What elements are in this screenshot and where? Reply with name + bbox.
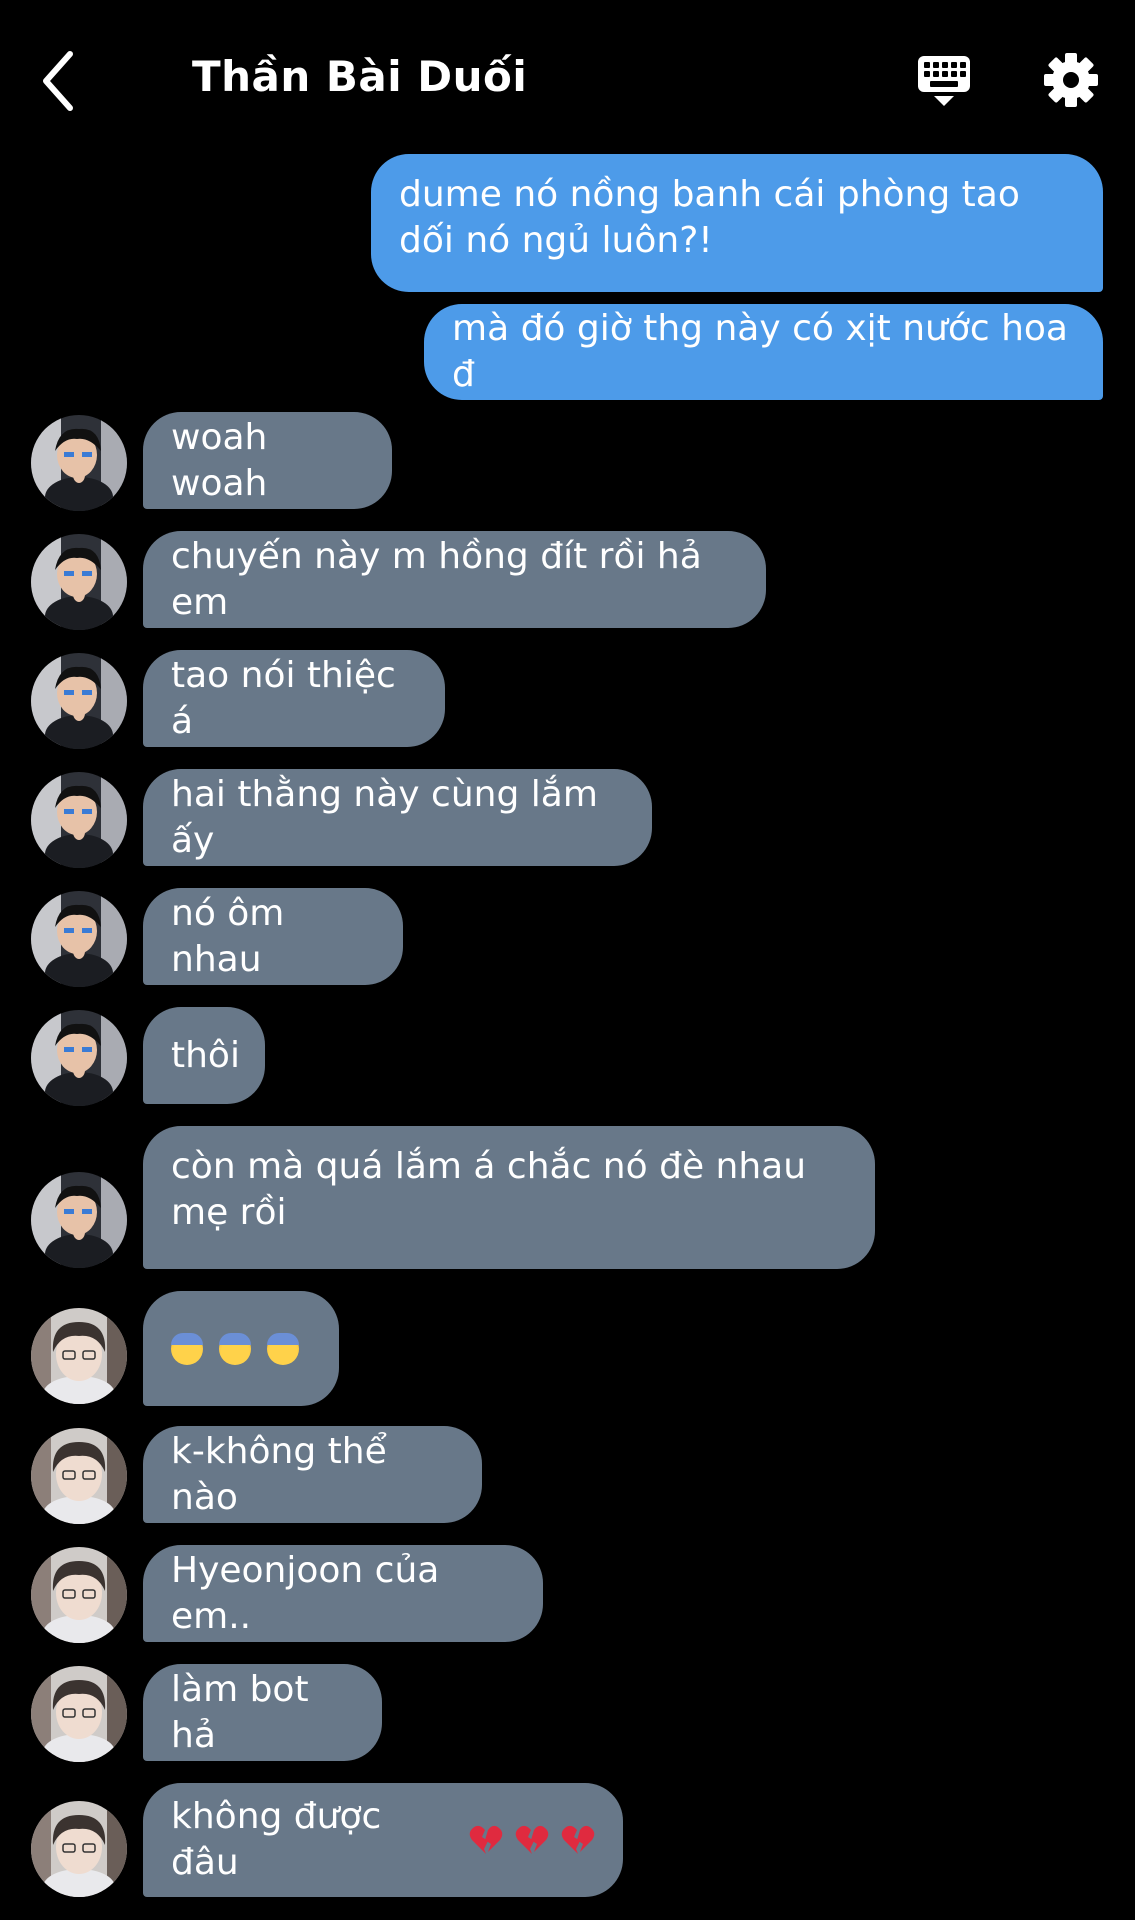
incoming-message[interactable]: chuyến này m hồng đít rồi hả em <box>143 531 766 628</box>
broken-heart-emoji <box>561 1825 595 1854</box>
page-title: Thần Bài Duối <box>192 52 528 101</box>
message-text: dume nó nồng banh cái phòng tao dối nó n… <box>399 174 1020 261</box>
fearful-face-emoji <box>171 1332 203 1365</box>
avatar-photo <box>31 772 127 868</box>
back-button[interactable] <box>38 48 82 114</box>
avatar[interactable] <box>31 1010 127 1106</box>
avatar[interactable] <box>31 1428 127 1524</box>
avatar-photo <box>31 1666 127 1762</box>
incoming-message[interactable] <box>143 1291 339 1406</box>
avatar-photo <box>31 891 127 987</box>
incoming-message[interactable]: tao nói thiệc á <box>143 650 445 747</box>
message-text: nó ôm nhau <box>171 892 285 980</box>
avatar-photo <box>31 1308 127 1404</box>
fearful-face-emoji <box>267 1332 299 1365</box>
incoming-message[interactable]: Hyeonjoon của em.. <box>143 1545 543 1642</box>
chat-header: Thần Bài Duối <box>0 0 1135 150</box>
outgoing-message[interactable]: dume nó nồng banh cái phòng tao dối nó n… <box>371 154 1103 292</box>
avatar-photo <box>31 1010 127 1106</box>
avatar[interactable] <box>31 653 127 749</box>
avatar-photo <box>31 1428 127 1524</box>
fearful-face-emoji <box>219 1332 251 1365</box>
avatar[interactable] <box>31 1666 127 1762</box>
gear-icon <box>1044 53 1098 107</box>
message-text: k-không thể nào <box>171 1430 387 1518</box>
keyboard-button[interactable] <box>916 54 972 110</box>
incoming-message[interactable]: nó ôm nhau <box>143 888 403 985</box>
incoming-message[interactable]: hai thằng này cùng lắm ấy <box>143 769 652 866</box>
settings-button[interactable] <box>1043 52 1099 108</box>
avatar[interactable] <box>31 415 127 511</box>
avatar[interactable] <box>31 772 127 868</box>
message-text: woah woah <box>171 416 268 504</box>
message-text: hai thằng này cùng lắm ấy <box>171 773 598 861</box>
message-text: thôi <box>171 1034 240 1076</box>
incoming-message[interactable]: woah woah <box>143 412 392 509</box>
avatar[interactable] <box>31 1547 127 1643</box>
avatar[interactable] <box>31 1308 127 1404</box>
avatar[interactable] <box>31 1801 127 1897</box>
incoming-message[interactable]: còn mà quá lắm á chắc nó đè nhau mẹ rồi <box>143 1126 875 1269</box>
message-text: không được đâu <box>171 1796 382 1883</box>
emoji-group <box>171 1332 315 1365</box>
keyboard-icon <box>918 56 970 106</box>
incoming-message[interactable]: k-không thể nào <box>143 1426 482 1523</box>
broken-heart-emoji <box>469 1825 503 1854</box>
message-text: Hyeonjoon của em.. <box>171 1549 440 1637</box>
avatar[interactable] <box>31 534 127 630</box>
avatar[interactable] <box>31 1172 127 1268</box>
incoming-message[interactable]: thôi <box>143 1007 265 1104</box>
message-text: tao nói thiệc á <box>171 654 396 742</box>
avatar-photo <box>31 1547 127 1643</box>
broken-heart-emoji <box>515 1825 549 1854</box>
avatar-photo <box>31 1801 127 1897</box>
incoming-message[interactable]: làm bot hả <box>143 1664 382 1761</box>
message-text: mà đó giờ thg này có xịt nước hoa đ <box>452 308 1068 395</box>
message-text: làm bot hả <box>171 1668 309 1756</box>
avatar-photo <box>31 415 127 511</box>
message-text: còn mà quá lắm á chắc nó đè nhau mẹ rồi <box>171 1146 807 1233</box>
message-text: chuyến này m hồng đít rồi hả em <box>171 535 702 623</box>
incoming-message[interactable]: không được đâu <box>143 1783 623 1897</box>
avatar-photo <box>31 534 127 630</box>
avatar-photo <box>31 1172 127 1268</box>
avatar-photo <box>31 653 127 749</box>
broken-heart-group <box>457 1824 595 1856</box>
avatar[interactable] <box>31 891 127 987</box>
chevron-left-icon <box>43 51 73 111</box>
outgoing-message[interactable]: mà đó giờ thg này có xịt nước hoa đ <box>424 304 1103 400</box>
